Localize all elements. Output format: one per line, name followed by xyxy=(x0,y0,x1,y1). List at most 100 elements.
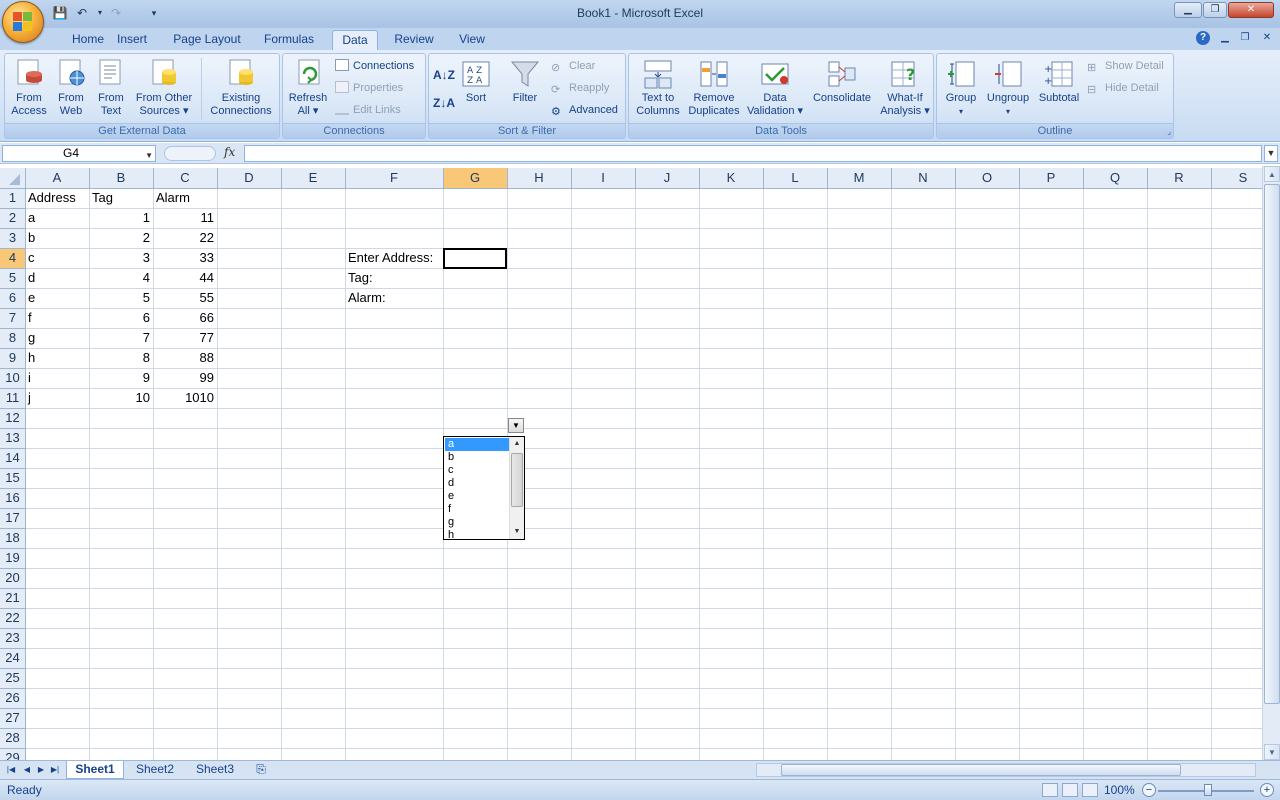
from-text-button[interactable]: From Text xyxy=(91,58,131,118)
connections-button[interactable]: Connections xyxy=(335,57,414,75)
cell-f5[interactable]: Tag: xyxy=(348,268,373,288)
cell-c2[interactable]: 11 xyxy=(153,208,215,228)
column-header-h[interactable]: H xyxy=(507,170,571,190)
save-icon[interactable]: 💾 xyxy=(52,5,68,21)
cell-c10[interactable]: 99 xyxy=(153,368,214,388)
cell-a9[interactable]: h xyxy=(28,348,35,368)
row-header-9[interactable]: 9 xyxy=(0,350,25,370)
dropdown-option-b[interactable]: b xyxy=(445,451,509,464)
name-box-dropdown-icon[interactable]: ▼ xyxy=(145,148,153,163)
column-header-b[interactable]: B xyxy=(89,170,153,190)
cell-c8[interactable]: 77 xyxy=(153,328,214,348)
cell-c1[interactable]: Alarm xyxy=(156,188,190,208)
from-access-button[interactable]: From Access xyxy=(7,58,51,118)
row-header-10[interactable]: 10 xyxy=(0,370,25,390)
cell-a3[interactable]: b xyxy=(28,228,35,248)
advanced-button[interactable]: ⚙ Advanced xyxy=(551,101,618,119)
horizontal-scroll-thumb[interactable] xyxy=(781,764,1181,776)
filter-button[interactable]: Filter xyxy=(505,58,545,105)
cell-b6[interactable]: 5 xyxy=(89,288,150,308)
scroll-down-icon[interactable]: ▼ xyxy=(1264,744,1280,760)
name-box[interactable]: G4 ▼ xyxy=(2,145,156,162)
ungroup-button[interactable]: Ungroup ▾ xyxy=(983,58,1033,118)
row-header-21[interactable]: 21 xyxy=(0,590,25,610)
row-header-28[interactable]: 28 xyxy=(0,730,25,750)
row-header-24[interactable]: 24 xyxy=(0,650,25,670)
existing-connections-button[interactable]: Existing Connections xyxy=(205,58,277,118)
dropdown-option-h[interactable]: h xyxy=(445,529,509,542)
undo-icon[interactable]: ↶ xyxy=(74,5,90,21)
sheet-tab-2[interactable]: Sheet2 xyxy=(128,761,182,779)
group-button[interactable]: Group ▾ xyxy=(941,58,981,118)
cell-a10[interactable]: i xyxy=(28,368,31,388)
data-validation-button[interactable]: Data Validation ▾ xyxy=(745,58,805,118)
sort-z-a-icon[interactable]: Z↓A xyxy=(433,94,455,112)
dropdown-option-e[interactable]: e xyxy=(445,490,509,503)
row-header-16[interactable]: 16 xyxy=(0,490,25,510)
row-header-7[interactable]: 7 xyxy=(0,310,25,330)
vertical-scroll-thumb[interactable] xyxy=(1264,184,1280,704)
zoom-level[interactable]: 100% xyxy=(1104,783,1135,797)
row-header-12[interactable]: 12 xyxy=(0,410,25,430)
cell-c4[interactable]: 33 xyxy=(153,248,214,268)
cell-a1[interactable]: Address xyxy=(28,188,76,208)
column-header-d[interactable]: D xyxy=(217,170,281,190)
formula-input[interactable] xyxy=(244,145,1262,162)
row-header-2[interactable]: 2 xyxy=(0,210,25,230)
zoom-in-icon[interactable]: + xyxy=(1260,783,1274,797)
page-layout-view-icon[interactable] xyxy=(1062,783,1078,797)
cell-c3[interactable]: 22 xyxy=(153,228,214,248)
tab-view[interactable]: View xyxy=(450,30,494,50)
what-if-analysis-button[interactable]: ? What-If Analysis ▾ xyxy=(877,58,933,118)
row-header-1[interactable]: 1 xyxy=(0,190,25,210)
row-header-22[interactable]: 22 xyxy=(0,610,25,630)
row-header-29[interactable]: 29 xyxy=(0,750,25,760)
dropdown-option-f[interactable]: f xyxy=(445,503,509,516)
sheet-tab-3[interactable]: Sheet3 xyxy=(188,761,242,779)
cell-f6[interactable]: Alarm: xyxy=(348,288,386,308)
tab-page-layout[interactable]: Page Layout xyxy=(168,30,246,50)
remove-duplicates-button[interactable]: Remove Duplicates xyxy=(685,58,743,118)
help-icon[interactable]: ? xyxy=(1196,31,1210,45)
cell-a5[interactable]: d xyxy=(28,268,35,288)
column-header-r[interactable]: R xyxy=(1147,170,1211,190)
cell-a7[interactable]: f xyxy=(28,308,32,328)
undo-dropdown-icon[interactable]: ▾ xyxy=(92,5,108,21)
close-button[interactable]: ✕ xyxy=(1228,2,1274,18)
row-header-18[interactable]: 18 xyxy=(0,530,25,550)
list-scroll-thumb[interactable] xyxy=(511,453,523,507)
cell-a2[interactable]: a xyxy=(28,208,35,228)
cell-b1[interactable]: Tag xyxy=(92,188,113,208)
horizontal-scrollbar[interactable] xyxy=(756,763,1256,777)
column-header-n[interactable]: N xyxy=(891,170,955,190)
refresh-all-button[interactable]: Refresh All ▾ xyxy=(285,58,331,118)
cell-c11[interactable]: 1010 xyxy=(153,388,214,408)
list-scroll-down-icon[interactable]: ▼ xyxy=(510,525,524,539)
column-header-g[interactable]: G xyxy=(443,170,507,190)
tab-review[interactable]: Review xyxy=(388,30,440,50)
row-header-3[interactable]: 3 xyxy=(0,230,25,250)
cell-b7[interactable]: 6 xyxy=(89,308,150,328)
cell-c7[interactable]: 66 xyxy=(153,308,214,328)
cell-c9[interactable]: 88 xyxy=(153,348,214,368)
row-header-23[interactable]: 23 xyxy=(0,630,25,650)
minimize-button[interactable]: ▁ xyxy=(1174,2,1202,18)
column-header-a[interactable]: A xyxy=(25,170,89,190)
cell-a11[interactable]: j xyxy=(28,388,31,408)
row-header-19[interactable]: 19 xyxy=(0,550,25,570)
prev-sheet-icon[interactable]: ◀ xyxy=(20,763,34,777)
list-scroll-up-icon[interactable]: ▲ xyxy=(510,437,524,451)
sort-button[interactable]: A ZZ A Sort xyxy=(459,58,493,105)
row-header-27[interactable]: 27 xyxy=(0,710,25,730)
scroll-up-icon[interactable]: ▲ xyxy=(1264,166,1280,182)
dropdown-option-g[interactable]: g xyxy=(445,516,509,529)
next-sheet-icon[interactable]: ▶ xyxy=(34,763,48,777)
row-header-15[interactable]: 15 xyxy=(0,470,25,490)
cell-b10[interactable]: 9 xyxy=(89,368,150,388)
dropdown-option-c[interactable]: c xyxy=(445,464,509,477)
column-header-l[interactable]: L xyxy=(763,170,827,190)
outline-dialog-launcher-icon[interactable]: ⌟ xyxy=(1167,127,1171,136)
row-header-8[interactable]: 8 xyxy=(0,330,25,350)
worksheet-grid[interactable]: A B C D E F G H I J K L M N O P Q R S 1 2 3 4 5 6 7 8 9 10 11 12 13 14 15… xyxy=(0,168,1262,760)
ribbon-close-icon[interactable]: ✕ xyxy=(1260,31,1274,45)
